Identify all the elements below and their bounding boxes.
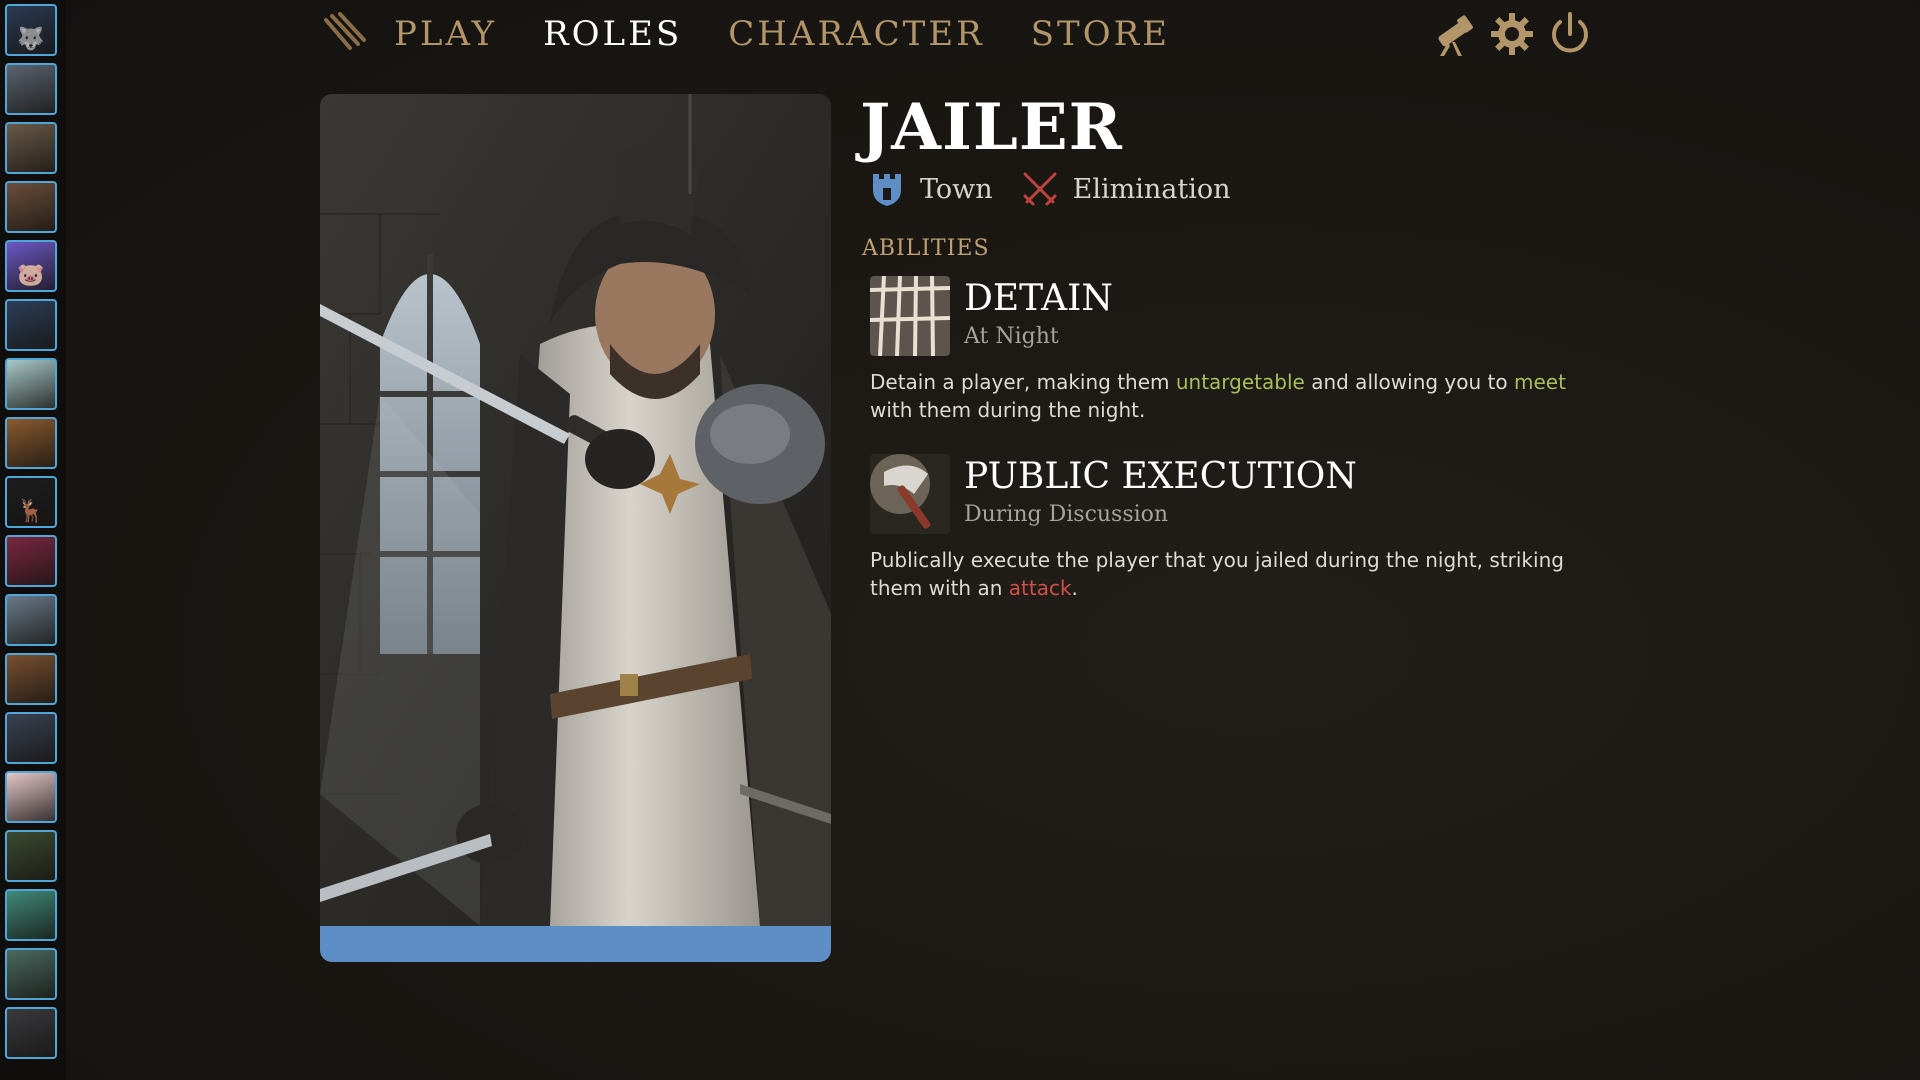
nav-tools <box>1430 6 1604 62</box>
sidebar-role-spirit[interactable] <box>5 358 57 410</box>
desc-text: Detain a player, making them <box>870 370 1176 394</box>
sidebar-role-hacker[interactable] <box>5 594 57 646</box>
role-tags: Town Elimination <box>868 170 1259 208</box>
sidebar-role-witch[interactable] <box>5 653 57 705</box>
sidebar-role-cat-girl[interactable] <box>5 771 57 823</box>
role-name: JAILER <box>860 90 1123 165</box>
keyword-meet[interactable]: meet <box>1514 370 1566 394</box>
ability-detain: DETAIN At Night Detain a player, making … <box>870 276 1570 426</box>
sidebar-role-orange-mask[interactable] <box>5 417 57 469</box>
faction-label: Town <box>920 173 993 205</box>
claw-logo-icon[interactable] <box>320 10 368 58</box>
ability-timing: During Discussion <box>964 502 1169 527</box>
top-nav: PLAY ROLES CHARACTER STORE <box>320 6 1216 62</box>
ability-public-execution: PUBLIC EXECUTION During Discussion Publi… <box>870 454 1570 604</box>
sidebar-role-priest[interactable] <box>5 63 57 115</box>
role-card <box>320 94 831 962</box>
desc-text: . <box>1071 576 1078 600</box>
sidebar-role-deer[interactable]: 🦌 <box>5 476 57 528</box>
nav-roles[interactable]: ROLES <box>543 14 682 54</box>
sidebar-role-warrior[interactable] <box>5 181 57 233</box>
category-label: Elimination <box>1072 173 1231 205</box>
sidebar-role-pig[interactable]: 🐷 <box>5 240 57 292</box>
telescope-icon[interactable] <box>1430 10 1478 58</box>
ability-description: Detain a player, making them untargetabl… <box>870 368 1570 424</box>
crossed-swords-icon <box>1023 172 1057 206</box>
wolf-icon: 🐺 <box>17 27 45 52</box>
sidebar-role-demon[interactable] <box>5 535 57 587</box>
sidebar-role-soldier[interactable] <box>5 830 57 882</box>
desc-text: and allowing you to <box>1304 370 1514 394</box>
sidebar-role-dancer[interactable] <box>5 948 57 1000</box>
ability-name: DETAIN <box>964 278 1113 319</box>
sidebar-role-wolf[interactable]: 🐺 <box>5 4 57 56</box>
sidebar-role-mermaid[interactable] <box>5 889 57 941</box>
sidebar-role-bandit[interactable] <box>5 1007 57 1059</box>
jail-bars-icon <box>870 276 950 356</box>
ability-name: PUBLIC EXECUTION <box>964 456 1357 497</box>
deer-icon: 🦌 <box>17 499 45 524</box>
power-icon[interactable] <box>1546 10 1594 58</box>
abilities-heading: ABILITIES <box>862 236 990 261</box>
keyword-attack[interactable]: attack <box>1009 576 1072 600</box>
sidebar-role-crocodile[interactable] <box>5 122 57 174</box>
castle-shield-icon <box>873 174 901 206</box>
keyword-untargetable[interactable]: untargetable <box>1176 370 1305 394</box>
executioner-axe-icon <box>870 454 950 534</box>
desc-text: Publically execute the player that you j… <box>870 548 1564 600</box>
role-sidebar: 🐺 🐷 🦌 <box>0 0 66 1080</box>
desc-text: with them during the night. <box>870 398 1146 422</box>
sidebar-role-anime-boy[interactable] <box>5 299 57 351</box>
faction-color-bar <box>320 926 831 962</box>
sidebar-role-shadow[interactable] <box>5 712 57 764</box>
gear-icon[interactable] <box>1488 10 1536 58</box>
pig-icon: 🐷 <box>17 263 45 288</box>
nav-play[interactable]: PLAY <box>394 14 497 54</box>
ability-timing: At Night <box>964 324 1059 349</box>
nav-character[interactable]: CHARACTER <box>728 14 984 54</box>
jailer-portrait-image <box>320 94 831 926</box>
ability-description: Publically execute the player that you j… <box>870 546 1570 602</box>
nav-store[interactable]: STORE <box>1031 14 1170 54</box>
